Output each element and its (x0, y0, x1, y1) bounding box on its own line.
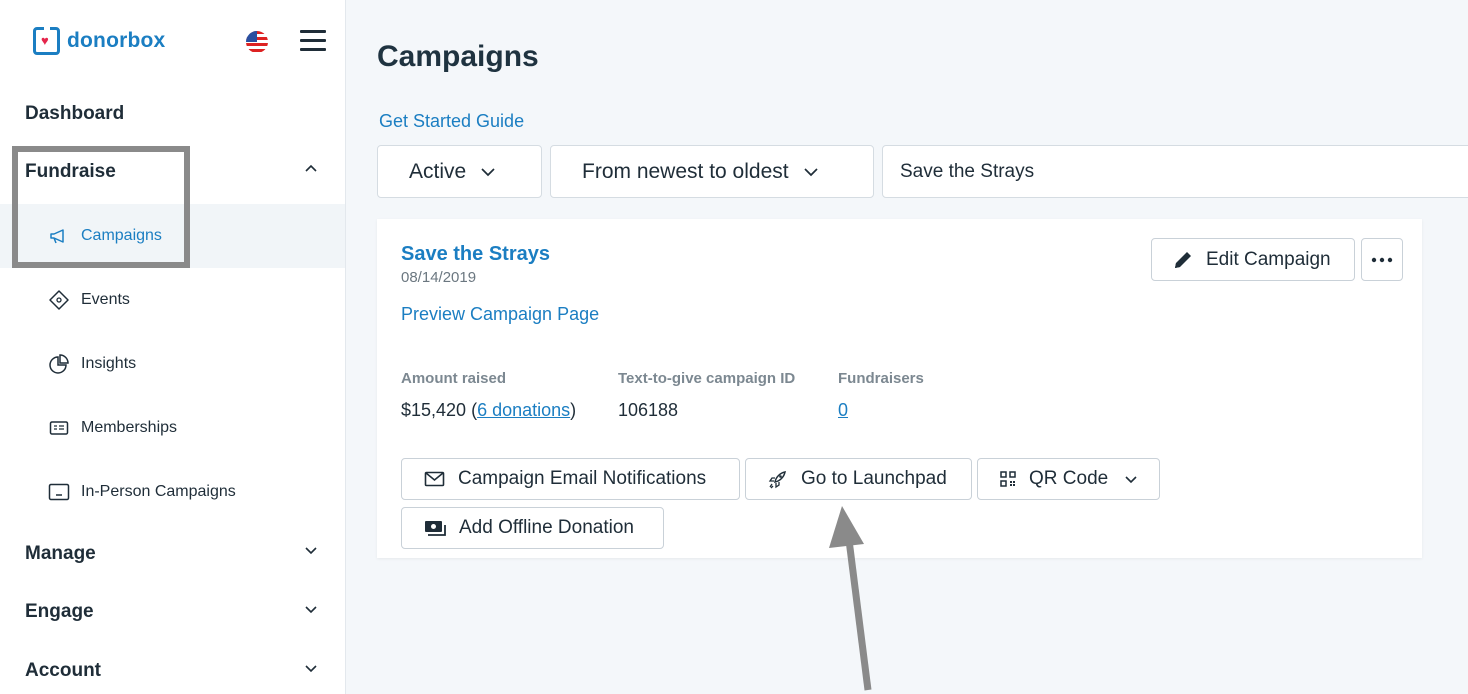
status-filter-value: Active (409, 159, 467, 183)
sidebar-item-campaigns[interactable]: Campaigns (0, 204, 345, 268)
megaphone-icon (48, 225, 70, 247)
campaign-date: 08/14/2019 (401, 269, 477, 286)
sort-dropdown[interactable]: From newest to oldest (550, 145, 874, 198)
text-to-give-id-value: 106188 (618, 400, 679, 420)
page-title: Campaigns (377, 40, 539, 73)
email-notifications-label: Campaign Email Notifications (458, 468, 707, 489)
amount-raised: $15,420 (401, 400, 467, 420)
chevron-down-icon[interactable] (304, 602, 318, 616)
chevron-down-icon (481, 167, 495, 176)
chevron-down-icon (1125, 476, 1137, 484)
preview-campaign-page-link[interactable]: Preview Campaign Page (401, 304, 599, 325)
fundraisers-count-link[interactable]: 0 (838, 400, 848, 421)
chevron-down-icon[interactable] (304, 661, 318, 675)
nav-dashboard[interactable]: Dashboard (25, 103, 124, 125)
campaign-search-input[interactable] (882, 145, 1468, 198)
donorbox-logo-mark: ♥ (33, 25, 60, 55)
add-offline-donation-label: Add Offline Donation (459, 517, 634, 538)
ellipsis-icon (1371, 257, 1393, 262)
status-filter-dropdown[interactable]: Active (377, 145, 542, 198)
campaign-email-notifications-button[interactable]: Campaign Email Notifications (401, 458, 740, 500)
chevron-up-icon[interactable] (304, 162, 318, 176)
nav-account[interactable]: Account (25, 660, 101, 682)
more-options-button[interactable] (1361, 238, 1403, 281)
edit-campaign-button[interactable]: Edit Campaign (1151, 238, 1355, 281)
amount-raised-label: Amount raised (401, 370, 507, 387)
envelope-icon (424, 471, 445, 487)
edit-campaign-label: Edit Campaign (1206, 248, 1331, 270)
get-started-guide-link[interactable]: Get Started Guide (379, 111, 524, 132)
nav-engage[interactable]: Engage (25, 601, 94, 623)
amount-raised-value: $15,420 (6 donations) (401, 400, 577, 420)
ticket-icon (48, 289, 70, 311)
pencil-icon (1175, 251, 1191, 268)
us-flag-icon[interactable] (246, 31, 268, 53)
sidebar-item-memberships[interactable]: Memberships (0, 396, 345, 460)
sort-value: From newest to oldest (582, 159, 789, 183)
text-to-give-id-label: Text-to-give campaign ID (618, 370, 796, 387)
chevron-down-icon[interactable] (304, 543, 318, 557)
go-to-launchpad-button[interactable]: Go to Launchpad (745, 458, 972, 500)
campaign-card: Save the Strays 08/14/2019 Preview Campa… (377, 219, 1422, 558)
add-offline-donation-button[interactable]: Add Offline Donation (401, 507, 664, 549)
membership-card-icon (48, 417, 70, 439)
donations-link[interactable]: 6 donations (477, 400, 570, 420)
sidebar: ♥ donorbox Dashboard Fundraise Campaigns… (0, 0, 346, 694)
sidebar-item-label: Campaigns (81, 227, 162, 244)
launchpad-label: Go to Launchpad (801, 468, 947, 489)
pie-chart-icon (48, 353, 70, 375)
qr-code-dropdown-button[interactable]: QR Code (977, 458, 1160, 500)
rocket-icon (768, 471, 786, 489)
hamburger-menu-icon[interactable] (300, 30, 326, 52)
cash-icon (425, 521, 446, 536)
nav-manage[interactable]: Manage (25, 543, 96, 565)
qr-code-label: QR Code (1029, 468, 1109, 489)
sidebar-item-label: In-Person Campaigns (81, 483, 236, 500)
sidebar-item-insights[interactable]: Insights (0, 332, 345, 396)
chevron-down-icon (803, 167, 818, 176)
nav-fundraise[interactable]: Fundraise (25, 161, 116, 183)
sidebar-item-label: Insights (81, 355, 137, 372)
sidebar-item-in-person-campaigns[interactable]: In-Person Campaigns (0, 460, 345, 524)
sidebar-item-label: Events (81, 291, 130, 308)
campaign-name-link[interactable]: Save the Strays (401, 243, 550, 266)
donorbox-logo[interactable]: ♥ donorbox (33, 25, 166, 55)
tablet-icon (48, 481, 70, 503)
brand-name: donorbox (67, 29, 166, 52)
sidebar-item-events[interactable]: Events (0, 268, 345, 332)
sidebar-item-label: Memberships (81, 419, 178, 436)
qr-code-icon (1000, 471, 1016, 487)
fundraisers-label: Fundraisers (838, 370, 924, 387)
